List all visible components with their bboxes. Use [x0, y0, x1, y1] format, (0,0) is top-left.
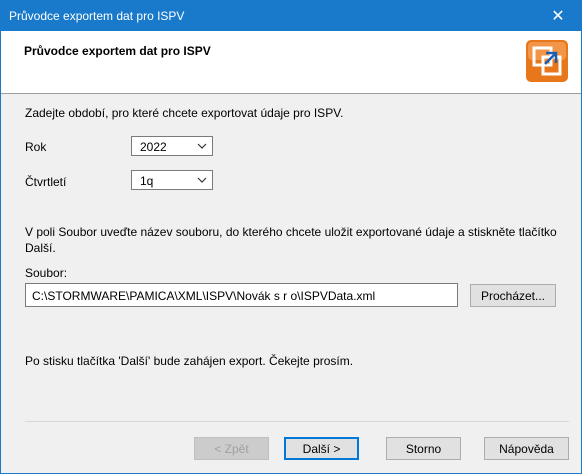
intro-text: Zadejte období, pro které chcete exporto… — [25, 106, 344, 120]
back-button[interactable]: < Zpět — [194, 437, 269, 460]
chevron-down-icon — [197, 177, 207, 183]
quarter-select[interactable]: 1q — [131, 170, 213, 190]
wizard-header-title: Průvodce exportem dat pro ISPV — [24, 44, 211, 58]
window-title: Průvodce exportem dat pro ISPV — [9, 9, 185, 23]
footer-note: Po stisku tlačítka 'Další' bude zahájen … — [25, 354, 354, 368]
year-value: 2022 — [140, 140, 167, 154]
next-button[interactable]: Další > — [284, 437, 359, 460]
help-button[interactable]: Nápověda — [484, 437, 569, 460]
export-wizard-window: Průvodce exportem dat pro ISPV ✕ Průvodc… — [0, 0, 582, 474]
file-instructions-line2: Další. — [25, 241, 56, 255]
divider — [25, 421, 569, 422]
quarter-label: Čtvrtletí — [25, 175, 67, 189]
cancel-button[interactable]: Storno — [386, 437, 461, 460]
export-wizard-icon — [526, 40, 568, 82]
quarter-value: 1q — [140, 174, 154, 188]
year-label: Rok — [25, 140, 47, 154]
browse-button[interactable]: Procházet... — [470, 284, 556, 307]
title-bar: Průvodce exportem dat pro ISPV ✕ — [1, 1, 581, 31]
wizard-header: Průvodce exportem dat pro ISPV — [1, 31, 581, 94]
file-path-input[interactable]: C:\STORMWARE\PAMICA\XML\ISPV\Novák s r o… — [25, 283, 458, 307]
file-label: Soubor: — [25, 266, 68, 280]
chevron-down-icon — [197, 143, 207, 149]
file-path-value: C:\STORMWARE\PAMICA\XML\ISPV\Novák s r o… — [32, 289, 376, 303]
year-select[interactable]: 2022 — [131, 136, 213, 156]
close-icon[interactable]: ✕ — [535, 1, 581, 31]
file-instructions-line1: V poli Soubor uveďte název souboru, do k… — [25, 225, 557, 239]
